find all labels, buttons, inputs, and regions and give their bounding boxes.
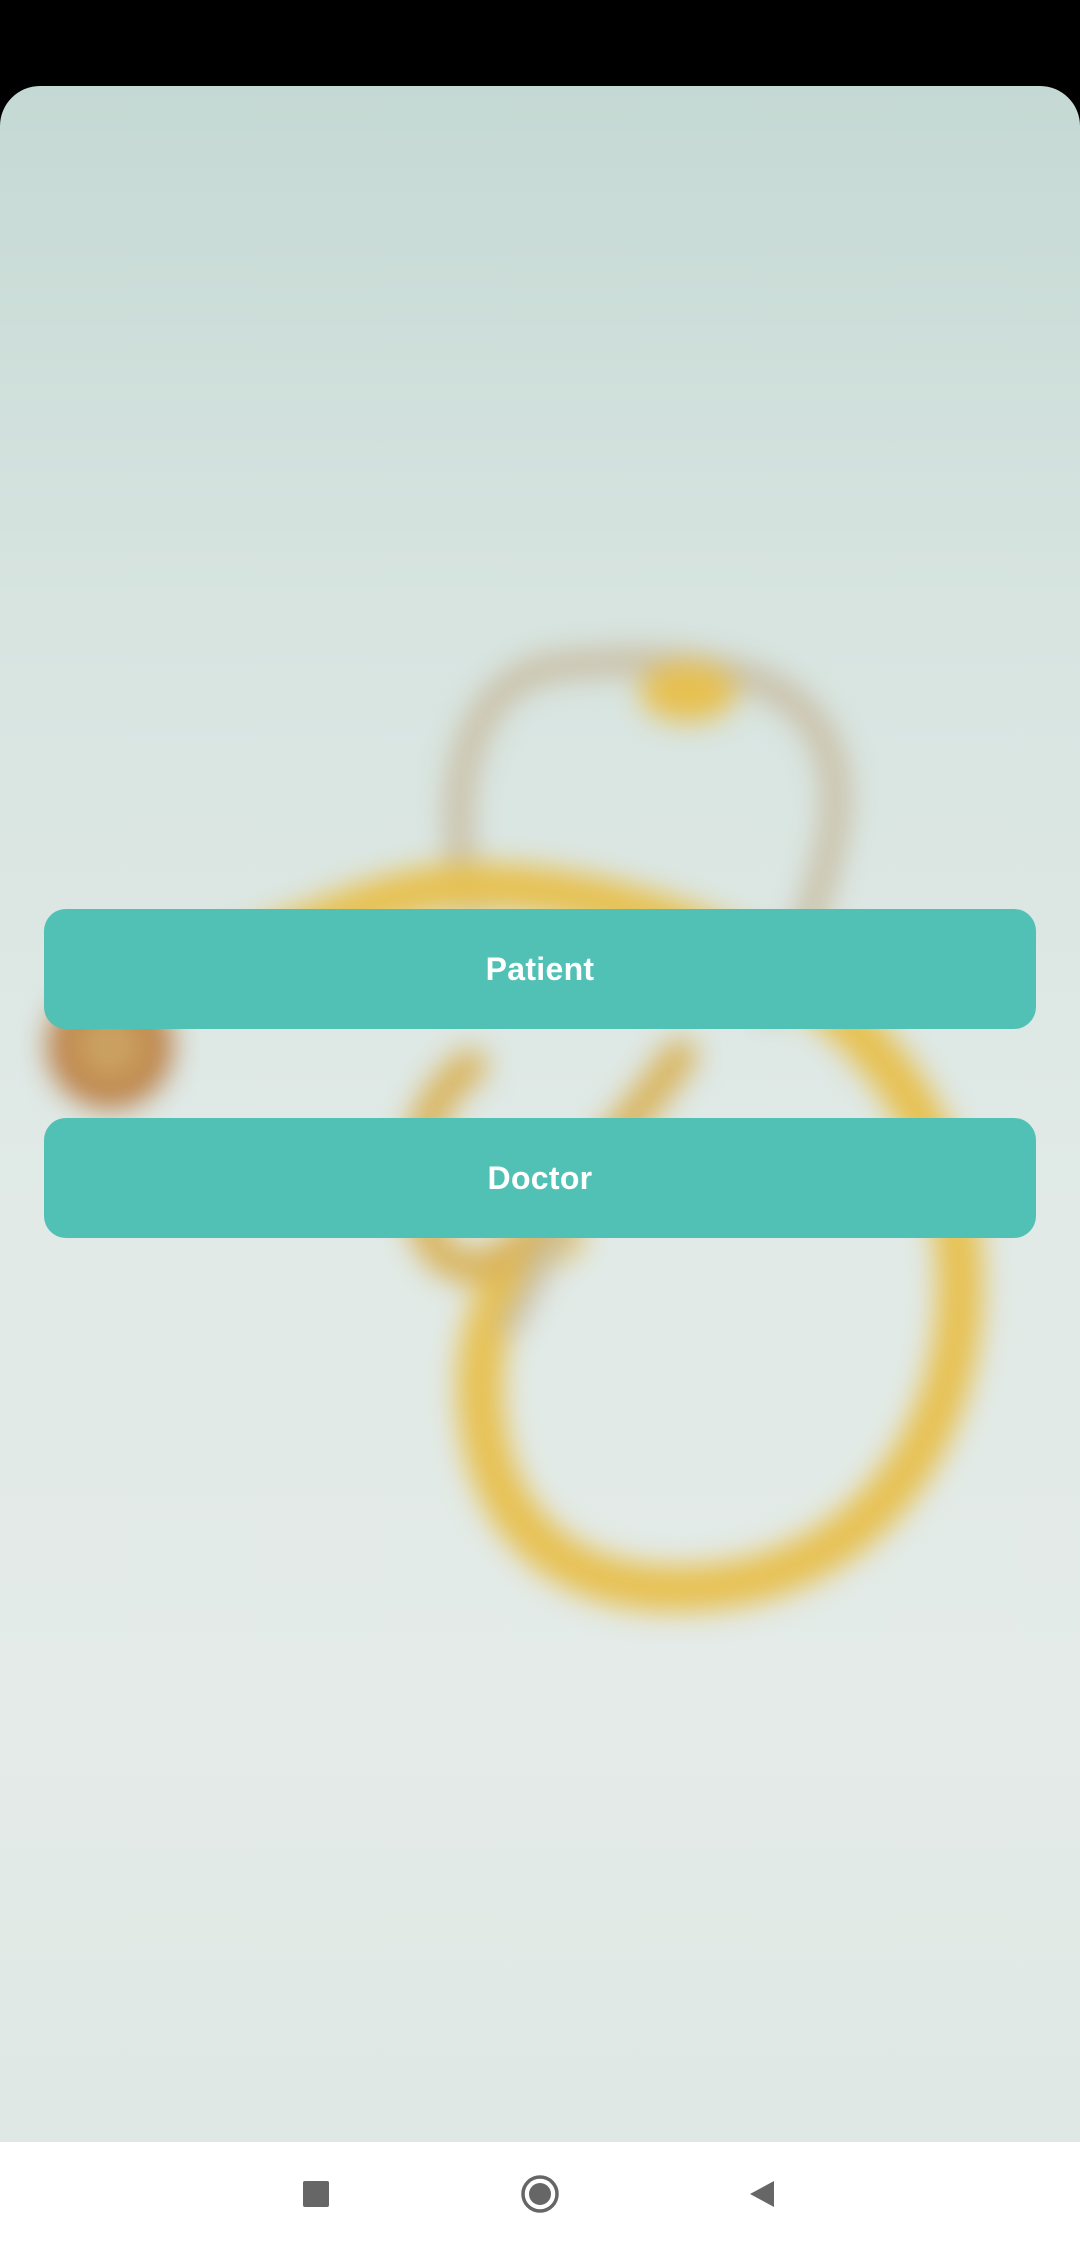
back-icon bbox=[750, 2181, 774, 2207]
home-button[interactable] bbox=[512, 2166, 568, 2222]
app-screen: Patient Doctor bbox=[0, 86, 1080, 2142]
recents-button[interactable] bbox=[288, 2166, 344, 2222]
doctor-button[interactable]: Doctor bbox=[44, 1118, 1036, 1238]
status-bar bbox=[0, 0, 1080, 88]
patient-button-label: Patient bbox=[485, 950, 595, 987]
doctor-button-label: Doctor bbox=[487, 1159, 593, 1196]
back-button[interactable] bbox=[734, 2166, 790, 2222]
home-icon bbox=[521, 2175, 559, 2213]
navigation-bar bbox=[0, 2142, 1080, 2246]
patient-button[interactable]: Patient bbox=[44, 909, 1036, 1029]
recents-icon bbox=[303, 2181, 329, 2207]
stethoscope-background-image bbox=[48, 647, 984, 1612]
